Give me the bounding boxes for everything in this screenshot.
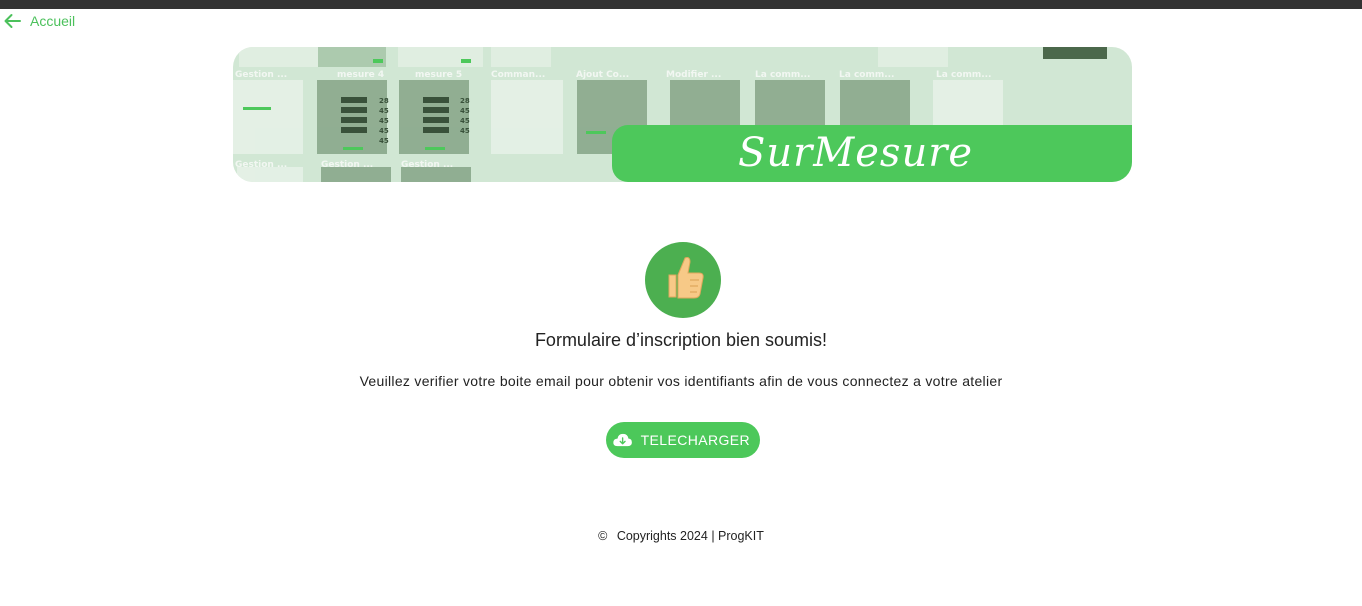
mock-label: Modifier ...: [666, 70, 721, 80]
mock-value: 45: [460, 107, 470, 115]
mock-value: 28: [379, 97, 389, 105]
back-link-label: Accueil: [30, 13, 76, 29]
mock-label: La comm...: [936, 70, 991, 80]
mock-label: mesure 5: [415, 70, 462, 80]
download-button-label: TELECHARGER: [640, 432, 750, 448]
footer: © Copyrights 2024 | ProgKIT: [0, 529, 1362, 543]
mock-label: Gestion ...: [235, 70, 287, 80]
back-to-home-link[interactable]: Accueil: [3, 11, 75, 31]
mock-label: Ajout Co...: [576, 70, 629, 80]
browser-top-bar: [0, 0, 1362, 9]
mock-value: 45: [460, 127, 470, 135]
mock-value: 45: [379, 137, 389, 145]
mock-value: 45: [379, 117, 389, 125]
mock-label: La comm...: [839, 70, 894, 80]
mock-value: 28: [460, 97, 470, 105]
mock-label: Gestion ...: [401, 160, 453, 170]
mock-label: Comman...: [491, 70, 545, 80]
mock-label: Gestion ...: [235, 160, 287, 170]
mock-label: mesure 4: [337, 70, 384, 80]
instruction-message: Veuillez verifier votre boite email pour…: [359, 373, 1003, 389]
thumbs-up-icon: [645, 242, 721, 318]
mock-value: 45: [379, 127, 389, 135]
copyright-icon: ©: [598, 529, 608, 543]
hero-banner: Gestion ... mesure 4 mesure 5 Comman... …: [233, 47, 1132, 182]
brand-logo-text: SurMesure: [738, 130, 973, 176]
mock-value: 45: [379, 107, 389, 115]
page-title: Formulaire d’inscription bien soumis!: [534, 330, 828, 350]
arrow-left-icon: [4, 14, 21, 28]
mock-label: Gestion ...: [321, 160, 373, 170]
cloud-download-icon: [613, 433, 632, 447]
mock-label: La comm...: [755, 70, 810, 80]
footer-text: Copyrights 2024 | ProgKIT: [616, 529, 764, 543]
download-button[interactable]: TELECHARGER: [606, 422, 760, 458]
mock-value: 45: [460, 117, 470, 125]
